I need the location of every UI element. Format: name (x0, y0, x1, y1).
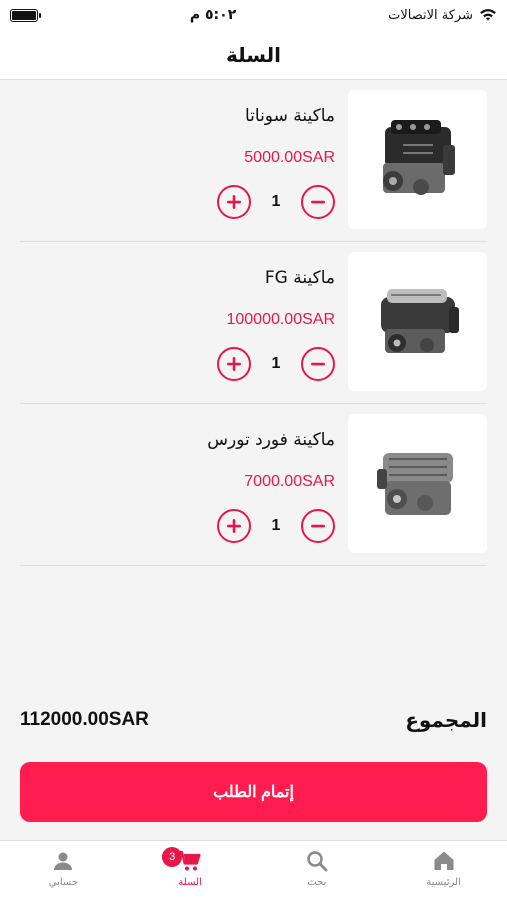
plus-icon (227, 519, 241, 533)
item-price: 5000.00SAR (244, 149, 335, 166)
cart-item: ماكينة فورد تورس 7000.00SAR 1 (20, 404, 487, 566)
tab-bar: حسابي 3 السلة بحث الرئيسية (0, 840, 507, 900)
search-icon (307, 851, 328, 872)
page-title: السلة (225, 42, 281, 67)
status-bar: ٥:٠٢ م شركة الاتصالات (0, 0, 507, 30)
item-price: 100000.00SAR (226, 311, 335, 328)
quantity-value: 1 (271, 355, 281, 372)
tab-search[interactable]: بحث (254, 841, 381, 900)
tab-label: الرئيسية (426, 877, 461, 888)
plus-icon (227, 195, 241, 209)
minus-icon (311, 200, 325, 204)
tab-label: بحث (307, 877, 327, 888)
quantity-stepper: 1 (217, 347, 335, 381)
minus-icon (311, 524, 325, 528)
engine-image-graphic (382, 119, 455, 195)
plus-icon (227, 357, 241, 371)
tab-label: السلة (178, 877, 202, 888)
item-price: 7000.00SAR (244, 473, 335, 490)
increase-button[interactable] (217, 185, 251, 219)
carrier-name: شركة الاتصالات (388, 7, 473, 23)
decrease-button[interactable] (301, 509, 335, 543)
tab-label: حسابي (48, 877, 79, 888)
engine-image[interactable] (348, 414, 487, 553)
quantity-value: 1 (271, 193, 281, 210)
engine-image-graphic (376, 452, 453, 515)
cart-item: ماكينة FG 100000.00SAR 1 (20, 242, 487, 404)
wifi-icon (480, 9, 496, 21)
total-row: 112000.00SAR المجموع (20, 702, 487, 738)
nav-header: السلة (0, 30, 507, 80)
quantity-value: 1 (271, 517, 281, 534)
decrease-button[interactable] (301, 185, 335, 219)
checkout-button[interactable]: إتمام الطلب (20, 762, 487, 822)
tab-cart[interactable]: 3 السلة (127, 841, 254, 900)
user-icon (54, 852, 73, 870)
home-icon (434, 851, 454, 870)
engine-image[interactable] (348, 90, 487, 229)
cart-item: ماكينة سوناتا 5000.00SAR 1 (20, 80, 487, 242)
status-carrier-group: شركة الاتصالات (388, 8, 497, 23)
item-name: ماكينة FG (264, 268, 335, 288)
item-name: ماكينة سوناتا (244, 106, 335, 126)
engine-image-graphic (380, 288, 459, 353)
total-label: المجموع (405, 708, 487, 732)
cart-icon (179, 850, 201, 871)
tab-account[interactable]: حسابي (0, 841, 127, 900)
cart-list: ماكينة سوناتا 5000.00SAR 1 ماكينة FG 100… (0, 80, 507, 566)
tab-home[interactable]: الرئيسية (380, 841, 507, 900)
increase-button[interactable] (217, 509, 251, 543)
item-name: ماكينة فورد تورس (207, 430, 335, 450)
decrease-button[interactable] (301, 347, 335, 381)
cart-count-badge: 3 (162, 847, 183, 867)
quantity-stepper: 1 (217, 185, 335, 219)
minus-icon (311, 362, 325, 366)
battery-icon (10, 8, 41, 22)
engine-image[interactable] (348, 252, 487, 391)
status-time: ٥:٠٢ م (189, 7, 237, 23)
quantity-stepper: 1 (217, 509, 335, 543)
total-value: 112000.00SAR (20, 709, 149, 730)
increase-button[interactable] (217, 347, 251, 381)
